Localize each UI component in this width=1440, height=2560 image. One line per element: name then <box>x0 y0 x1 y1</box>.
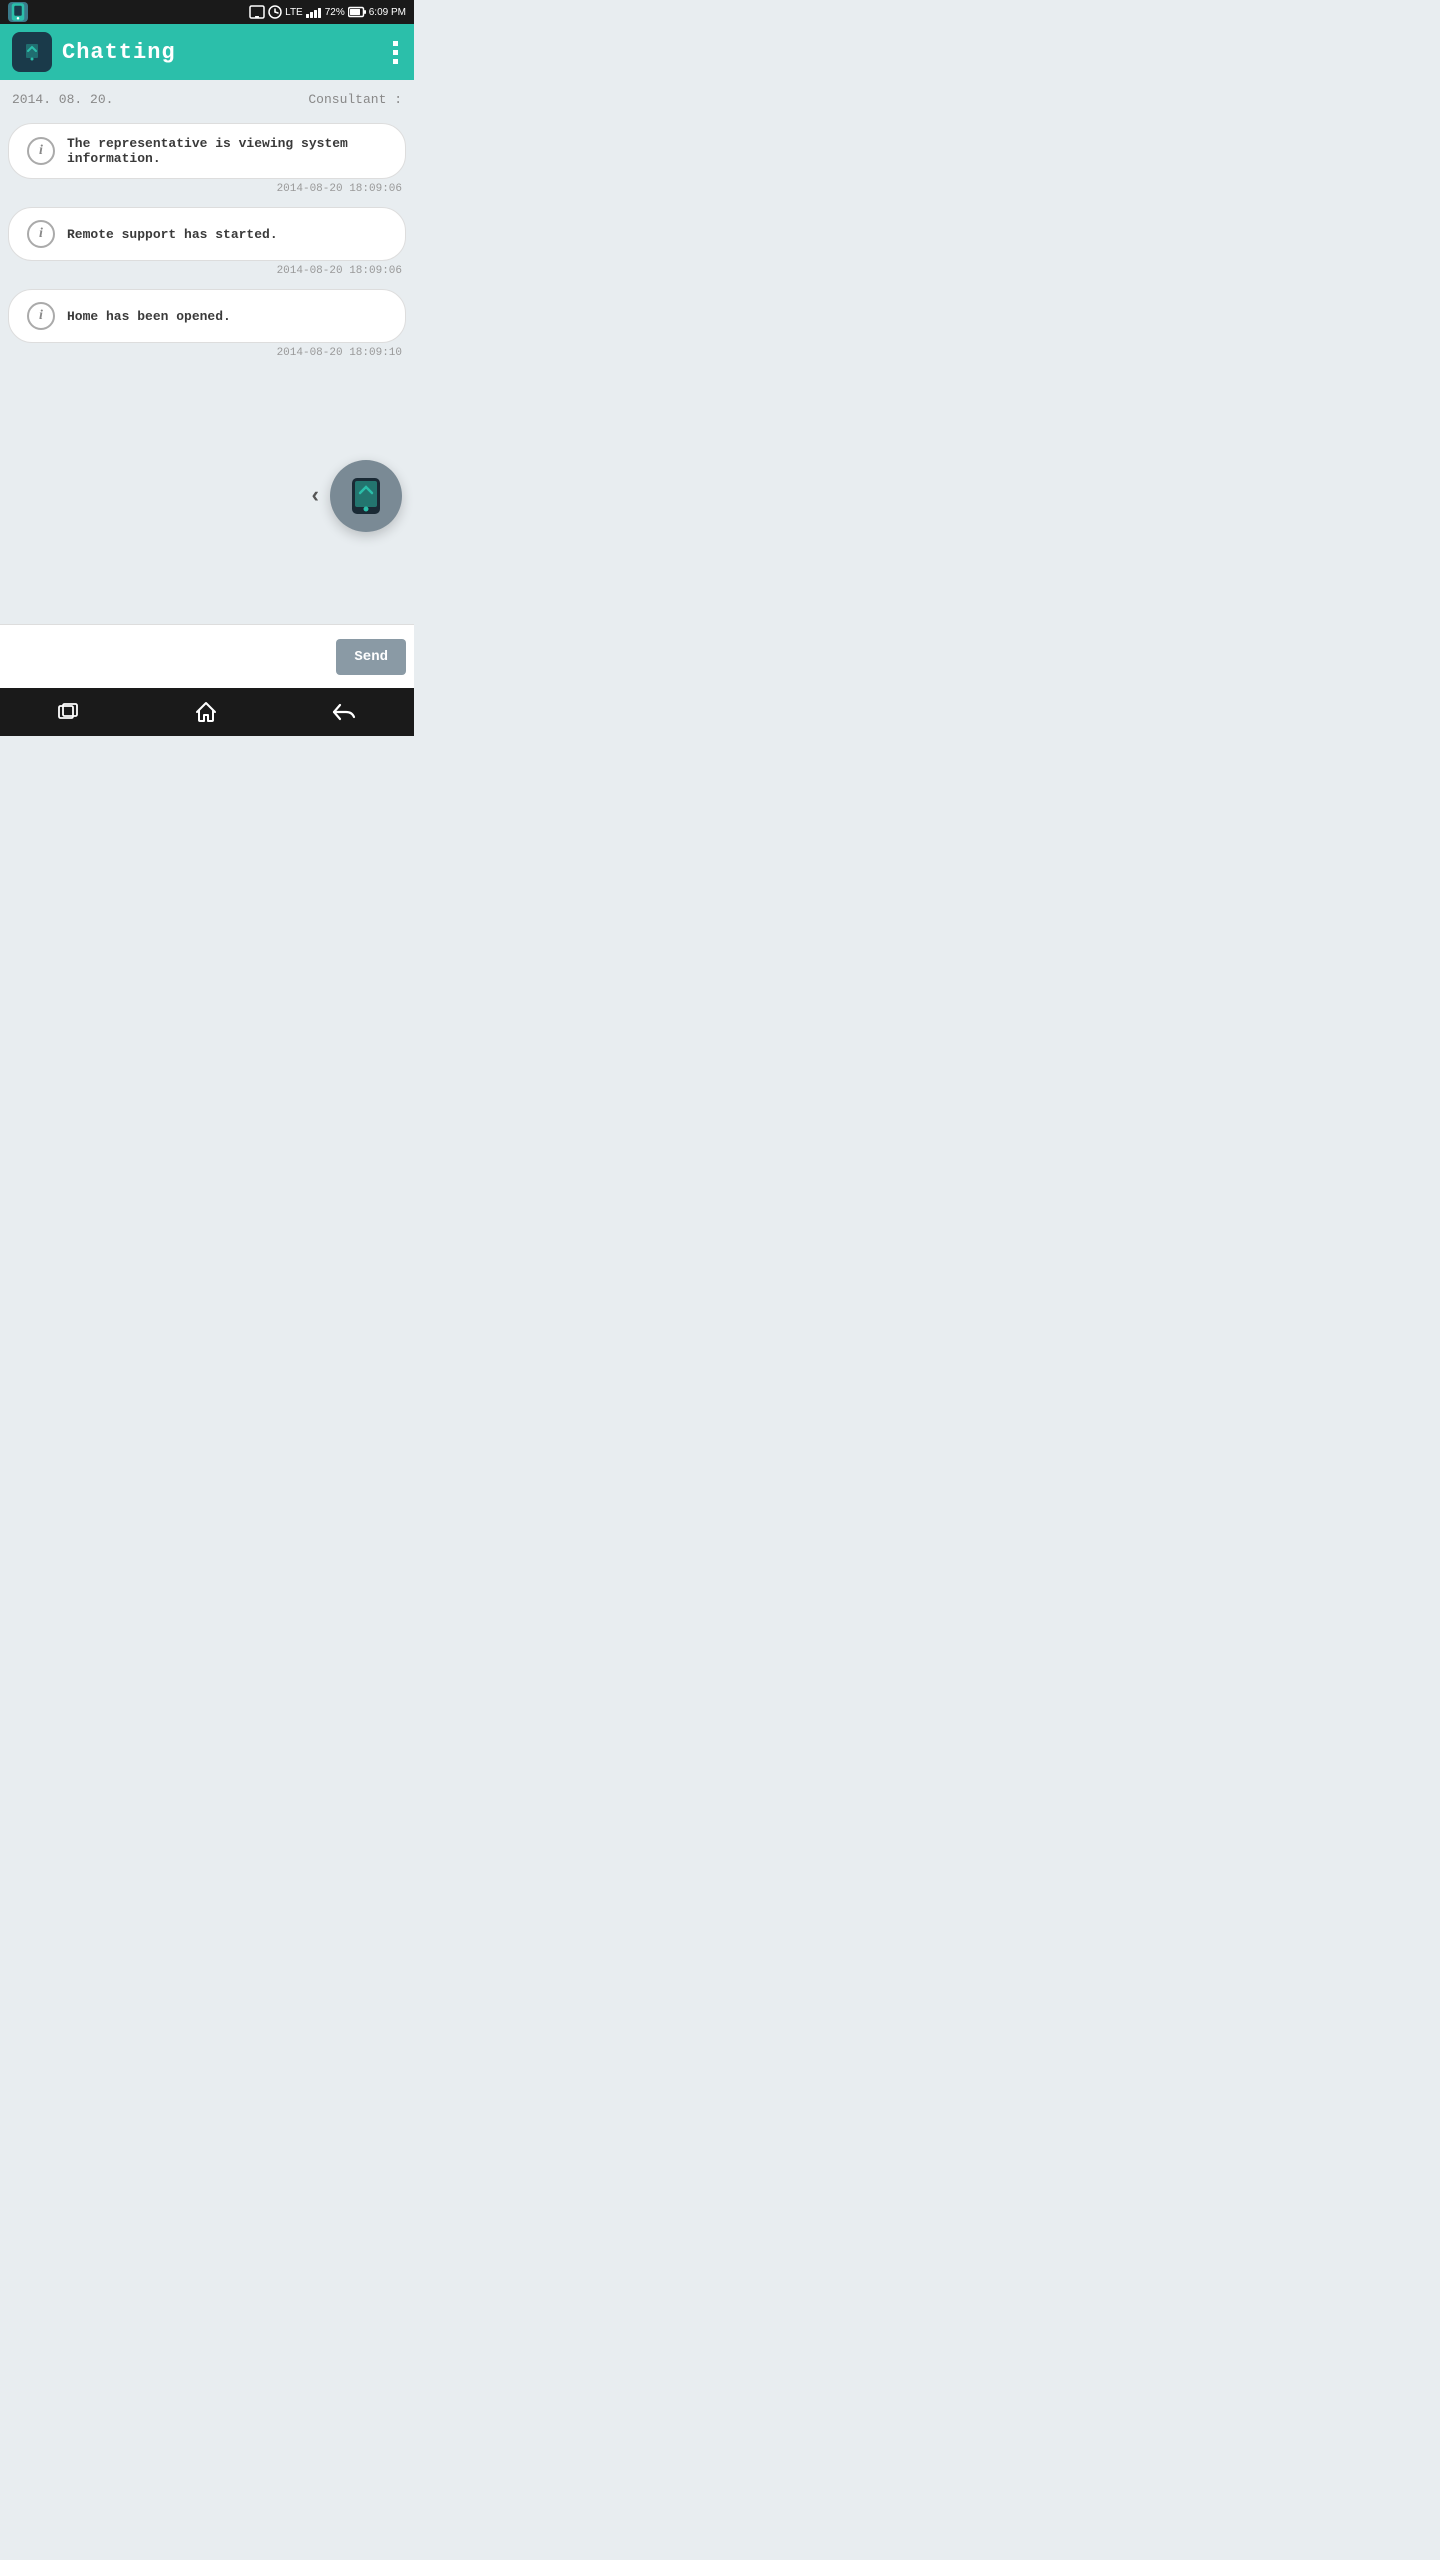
message-text: The representative is viewing system inf… <box>67 136 387 166</box>
menu-dot-1 <box>393 41 398 46</box>
status-time: 6:09 PM <box>369 7 406 18</box>
status-bar: LTE 72% 6:09 PM <box>0 0 414 24</box>
send-button[interactable]: Send <box>336 639 406 675</box>
message-item: i Remote support has started. 2014-08-20… <box>8 207 406 277</box>
battery-percent: 72% <box>325 7 345 18</box>
app-bar: Chatting <box>0 24 414 80</box>
overflow-menu-button[interactable] <box>389 37 402 68</box>
home-button[interactable] <box>195 701 217 723</box>
consultant-label: Consultant : <box>308 92 402 107</box>
status-app-icon <box>8 2 28 22</box>
chat-date: 2014. 08. 20. <box>12 92 113 107</box>
menu-dot-3 <box>393 59 398 64</box>
lte-indicator: LTE <box>285 7 303 18</box>
message-timestamp: 2014-08-20 18:09:06 <box>8 183 406 195</box>
message-bubble: i The representative is viewing system i… <box>8 123 406 179</box>
recents-button[interactable] <box>58 703 80 721</box>
fab-area: ‹ <box>309 460 402 532</box>
status-icons: LTE 72% 6:09 PM <box>249 5 406 19</box>
message-timestamp: 2014-08-20 18:09:06 <box>8 265 406 277</box>
info-icon: i <box>27 220 55 248</box>
navigation-bar <box>0 688 414 736</box>
message-input[interactable] <box>8 641 336 673</box>
message-item: i The representative is viewing system i… <box>8 123 406 195</box>
back-button[interactable] <box>332 703 356 721</box>
message-text: Remote support has started. <box>67 227 278 242</box>
message-bubble: i Remote support has started. <box>8 207 406 261</box>
message-bubble: i Home has been opened. <box>8 289 406 343</box>
app-logo <box>12 32 52 72</box>
fab-arrow-icon[interactable]: ‹ <box>309 484 322 509</box>
message-item: i Home has been opened. 2014-08-20 18:09… <box>8 289 406 359</box>
date-row: 2014. 08. 20. Consultant : <box>8 92 406 107</box>
message-text: Home has been opened. <box>67 309 231 324</box>
chat-area: 2014. 08. 20. Consultant : i The represe… <box>0 80 414 624</box>
message-timestamp: 2014-08-20 18:09:10 <box>8 347 406 359</box>
info-icon: i <box>27 137 55 165</box>
app-bar-title: Chatting <box>62 40 389 65</box>
input-area: Send <box>0 624 414 688</box>
fab-button[interactable] <box>330 460 402 532</box>
menu-dot-2 <box>393 50 398 55</box>
info-icon: i <box>27 302 55 330</box>
